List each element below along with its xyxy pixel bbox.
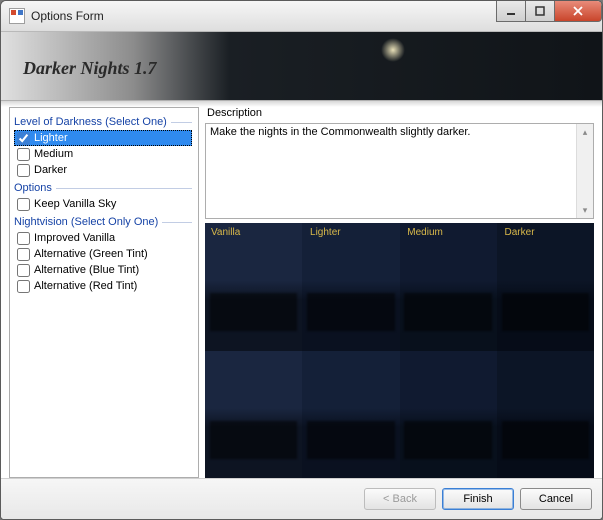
nightvision-option-blue[interactable]: Alternative (Blue Tint): [14, 262, 192, 278]
options-window: Options Form Darker Nights 1.7 Level of …: [0, 0, 603, 520]
option-keep-vanilla-sky[interactable]: Keep Vanilla Sky: [14, 196, 192, 212]
options-list: Level of Darkness (Select One) Lighter M…: [9, 107, 199, 478]
close-button[interactable]: [554, 1, 602, 22]
preview-panel: Vanilla Lighter Medium Darker: [205, 223, 594, 478]
back-button: < Back: [364, 488, 436, 510]
preview-cell-vanilla-top: [205, 223, 302, 351]
nightvision-option-label: Improved Vanilla: [34, 232, 115, 244]
right-panel: Description Make the nights in the Commo…: [205, 107, 594, 478]
maximize-button[interactable]: [525, 1, 555, 22]
options-group-header: Options: [14, 182, 192, 194]
mod-title: Darker Nights 1.7: [23, 58, 157, 79]
scroll-up-icon[interactable]: ▴: [577, 124, 593, 140]
option-label: Keep Vanilla Sky: [34, 198, 116, 210]
nightvision-option-red[interactable]: Alternative (Red Tint): [14, 278, 192, 294]
nightvision-option-improved-vanilla[interactable]: Improved Vanilla: [14, 230, 192, 246]
titlebar: Options Form: [1, 1, 602, 32]
nightvision-option-label: Alternative (Red Tint): [34, 280, 137, 292]
nightvision-option-label: Alternative (Green Tint): [34, 248, 148, 260]
darkness-option-label: Medium: [34, 148, 73, 160]
preview-cell-darker-top: [497, 223, 594, 351]
description-scrollbar[interactable]: ▴ ▾: [576, 124, 593, 218]
body: Level of Darkness (Select One) Lighter M…: [1, 101, 602, 478]
preview-label-darker: Darker: [505, 227, 535, 238]
nightvision-group-header: Nightvision (Select Only One): [14, 216, 192, 228]
cancel-button[interactable]: Cancel: [520, 488, 592, 510]
preview-label-lighter: Lighter: [310, 227, 341, 238]
darkness-group-header: Level of Darkness (Select One): [14, 116, 192, 128]
header-banner: Darker Nights 1.7: [1, 32, 602, 101]
darkness-option-darker[interactable]: Darker: [14, 162, 192, 178]
scroll-down-icon[interactable]: ▾: [577, 202, 593, 218]
preview-cell-vanilla-bottom: [205, 351, 302, 479]
nightvision-checkbox-1[interactable]: [17, 248, 30, 261]
preview-cell-lighter-top: [302, 223, 399, 351]
window-controls: [497, 1, 602, 22]
nightvision-option-label: Alternative (Blue Tint): [34, 264, 139, 276]
minimize-button[interactable]: [496, 1, 526, 22]
darkness-checkbox-lighter[interactable]: [17, 132, 30, 145]
app-icon: [9, 8, 25, 24]
preview-cell-medium-bottom: [400, 351, 497, 479]
preview-cell-medium-top: [400, 223, 497, 351]
darkness-option-label: Lighter: [34, 132, 68, 144]
footer: < Back Finish Cancel: [1, 478, 602, 519]
darkness-option-lighter[interactable]: Lighter: [14, 130, 192, 146]
nightvision-option-green[interactable]: Alternative (Green Tint): [14, 246, 192, 262]
darkness-option-label: Darker: [34, 164, 67, 176]
preview-cell-darker-bottom: [497, 351, 594, 479]
darkness-checkbox-darker[interactable]: [17, 164, 30, 177]
description-label: Description: [207, 107, 594, 119]
preview-label-medium: Medium: [407, 227, 443, 238]
description-text: Make the nights in the Commonwealth slig…: [210, 126, 470, 138]
nightvision-checkbox-3[interactable]: [17, 280, 30, 293]
window-title: Options Form: [31, 9, 104, 23]
darkness-option-medium[interactable]: Medium: [14, 146, 192, 162]
nightvision-checkbox-2[interactable]: [17, 264, 30, 277]
option-checkbox-keep-vanilla-sky[interactable]: [17, 198, 30, 211]
darkness-checkbox-medium[interactable]: [17, 148, 30, 161]
preview-label-vanilla: Vanilla: [211, 227, 240, 238]
preview-cell-lighter-bottom: [302, 351, 399, 479]
banner-glow: [381, 38, 405, 62]
nightvision-checkbox-0[interactable]: [17, 232, 30, 245]
finish-button[interactable]: Finish: [442, 488, 514, 510]
description-box: Make the nights in the Commonwealth slig…: [205, 123, 594, 219]
